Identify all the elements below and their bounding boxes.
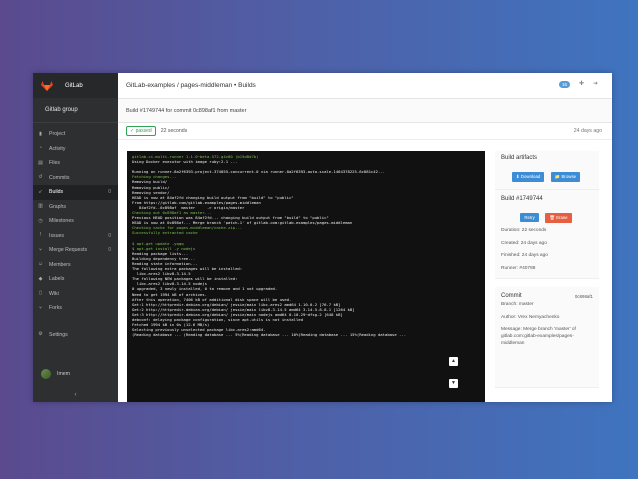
sidebar-item-label: Issues xyxy=(49,232,64,239)
group-name[interactable]: Gitlab group xyxy=(33,98,118,123)
sidebar-item-count: 0 xyxy=(108,189,111,196)
dashboard-icon: ◔ xyxy=(38,145,43,152)
artifacts-title: Build artifacts xyxy=(501,155,538,161)
user-name: Imem xyxy=(57,371,70,377)
sidebar-item-activity[interactable]: ◔ Activity xyxy=(33,142,118,157)
merge-icon: ⑂ xyxy=(38,246,42,253)
bookmark-icon: ▮ xyxy=(39,130,42,137)
sidebar-item-label: Builds xyxy=(49,189,64,196)
download-artifacts-button[interactable]: ⬇ Download xyxy=(511,172,545,182)
status-badge: ✓ passed xyxy=(126,126,156,136)
todo-badge[interactable]: 15 xyxy=(558,81,570,88)
top-bar: GitLab-examples / pages-middleman • Buil… xyxy=(118,73,612,99)
build-duration-info: Duration: 22 seconds xyxy=(501,228,547,233)
commit-sha[interactable]: 0c898af1 xyxy=(575,294,593,299)
tags-icon: ◆ xyxy=(38,275,43,282)
scroll-down-button[interactable]: ▼ xyxy=(449,379,458,388)
clock-icon: ◷ xyxy=(38,217,43,224)
sidebar-item-label: Members xyxy=(49,261,71,268)
sidebar-item-label: Commits xyxy=(49,174,70,181)
sidebar-item-label: Wiki xyxy=(49,290,59,297)
plus-icon[interactable]: ✚ xyxy=(579,80,584,87)
fork-icon: ⑂ xyxy=(38,304,42,311)
sidebar-item-graphs[interactable]: ▥ Graphs xyxy=(33,200,118,215)
rocket-icon: ➶ xyxy=(38,188,43,195)
sidebar-item-project[interactable]: ▮ Project xyxy=(33,127,118,142)
build-finished-info: Finished: 24 days ago xyxy=(501,253,548,258)
build-created-info: Created: 24 days ago xyxy=(501,240,547,246)
sidebar-item-label: Labels xyxy=(49,276,65,283)
sidebar-item-labels[interactable]: ◆ Labels xyxy=(33,272,118,287)
build-panel-title: Build #1749744 xyxy=(501,196,543,202)
sidebar-item-wiki[interactable]: ▯ Wiki xyxy=(33,287,118,302)
gitlab-logo-icon xyxy=(41,80,53,91)
sidebar-item-merge-requests[interactable]: ⑂ Merge Requests 0 xyxy=(33,243,118,258)
sidebar-item-count: 0 xyxy=(108,247,111,254)
users-icon: ☺ xyxy=(38,261,44,268)
gitlab-window: GitLab Gitlab group ▮ Project ◔ Activity ▤ Fi… xyxy=(33,73,612,402)
artifacts-panel: Build artifacts ⬇ Download 📁 Browse xyxy=(495,151,599,190)
collapse-sidebar-button[interactable]: ‹ xyxy=(33,388,118,402)
sidebar-item-settings[interactable]: ⚙ Settings xyxy=(33,328,118,343)
sidebar-item-files[interactable]: ▤ Files xyxy=(33,156,118,171)
sidebar-item-label: Graphs xyxy=(49,203,67,210)
gear-icon: ⚙ xyxy=(38,331,43,338)
browse-artifacts-button[interactable]: 📁 Browse xyxy=(550,172,581,182)
book-icon: ▯ xyxy=(39,290,42,297)
erase-button[interactable]: 🗑 Erase xyxy=(545,213,572,223)
commit-message: Message: Merge branch 'master' of gitlab… xyxy=(501,327,576,346)
sidebar-item-label: Settings xyxy=(49,331,68,338)
scroll-up-button[interactable]: ▲ xyxy=(449,357,458,366)
commit-panel: Commit 0c898af1 Branch: master Author: V… xyxy=(495,287,599,388)
sidebar: GitLab Gitlab group ▮ Project ◔ Activity ▤ Fi… xyxy=(33,73,118,402)
sidebar-item-builds[interactable]: ➶ Builds 0 xyxy=(33,185,118,200)
logo-row[interactable]: GitLab xyxy=(33,73,118,98)
commit-branch: Branch: master xyxy=(501,302,534,307)
chart-icon: ▥ xyxy=(38,203,43,210)
exclamation-icon: ! xyxy=(39,232,42,239)
build-time-ago: 24 days ago xyxy=(573,128,602,134)
sidebar-item-commits[interactable]: ↺ Commits xyxy=(33,171,118,186)
build-header-text: Build #1749744 for commit 0c898af1 from … xyxy=(126,107,247,114)
sidebar-nav: ▮ Project ◔ Activity ▤ Files ↺ Commits ➶ Builds 0 ▥… xyxy=(33,127,118,342)
sidebar-item-forks[interactable]: ⑂ Forks xyxy=(33,301,118,316)
breadcrumb[interactable]: GitLab-examples / pages-middleman • Buil… xyxy=(126,82,256,89)
sidebar-item-members[interactable]: ☺ Members xyxy=(33,258,118,273)
right-sidebar: Build artifacts ⬇ Download 📁 Browse Buil… xyxy=(495,151,599,388)
sidebar-item-issues[interactable]: ! Issues 0 xyxy=(33,229,118,244)
history-icon: ↺ xyxy=(38,174,43,181)
sidebar-item-label: Activity xyxy=(49,145,66,152)
main-content: GitLab-examples / pages-middleman • Buil… xyxy=(118,73,612,402)
commit-author: Author: Vrex Nemyachenko xyxy=(501,314,560,320)
sidebar-item-milestones[interactable]: ◷ Milestones xyxy=(33,214,118,229)
signout-icon[interactable]: ➜ xyxy=(593,80,598,87)
user-profile[interactable]: Imem xyxy=(33,364,126,384)
app-name: GitLab xyxy=(65,82,83,89)
build-duration: 22 seconds xyxy=(160,128,188,134)
build-status-bar: ✓ passed 22 seconds 24 days ago xyxy=(118,123,612,140)
build-runner-info: Runner: #40788 xyxy=(501,265,536,271)
sidebar-item-label: Merge Requests xyxy=(49,247,88,254)
sidebar-item-count: 0 xyxy=(108,232,111,239)
sidebar-item-label: Files xyxy=(49,160,60,167)
build-log: gitlab-ci-multi-runner 1.1.0~beta.572.g4… xyxy=(127,151,485,402)
files-icon: ▤ xyxy=(38,159,43,166)
avatar xyxy=(41,369,51,379)
sidebar-item-label: Project xyxy=(49,131,66,138)
sidebar-item-label: Forks xyxy=(49,305,62,312)
sidebar-item-label: Milestones xyxy=(49,218,74,225)
build-subheader: Build #1749744 for commit 0c898af1 from … xyxy=(118,99,612,123)
retry-button[interactable]: Retry xyxy=(520,213,539,222)
log-line: (Reading database ... (Reading database … xyxy=(132,332,407,338)
build-info-panel: Build #1749744 Retry 🗑 Erase Duration: 2… xyxy=(495,190,599,279)
